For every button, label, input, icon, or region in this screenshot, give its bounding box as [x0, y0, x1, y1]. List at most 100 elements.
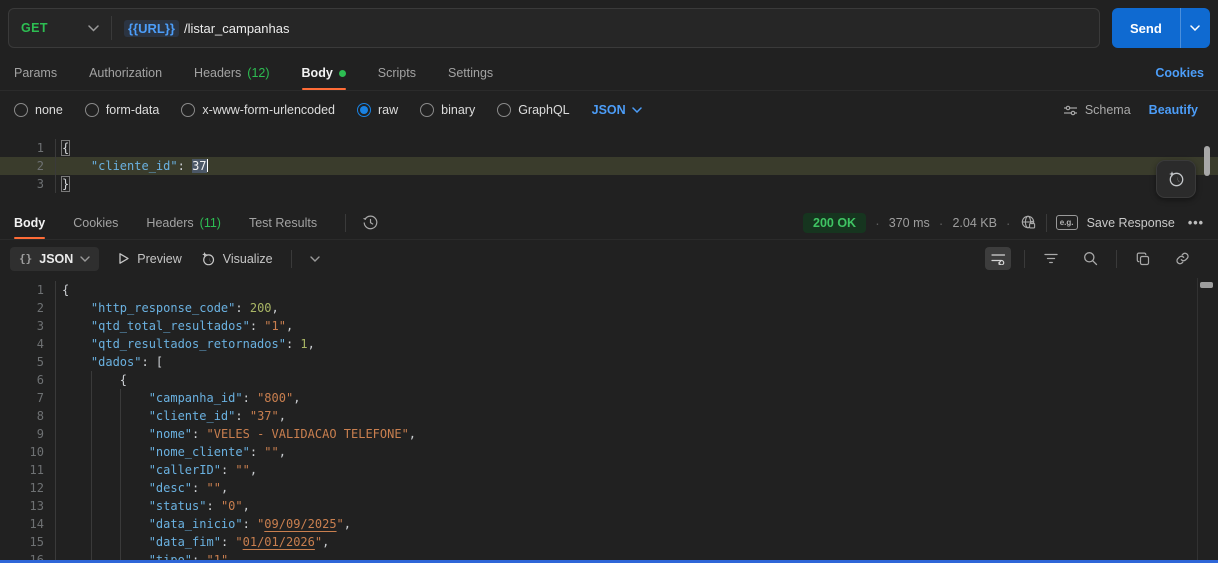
- status-badge[interactable]: 200 OK: [803, 213, 866, 233]
- send-options-chevron[interactable]: [1180, 8, 1210, 48]
- response-tab-cookies[interactable]: Cookies: [73, 206, 118, 239]
- radio-icon: [420, 103, 434, 117]
- body-mode-binary[interactable]: binary: [420, 103, 475, 117]
- body-mode-form-data[interactable]: form-data: [85, 103, 160, 117]
- link-icon[interactable]: [1169, 247, 1195, 270]
- radio-icon: [357, 103, 371, 117]
- postbot-sparkle-icon: [1166, 169, 1186, 189]
- code-line[interactable]: 16"tipo": "1",: [0, 551, 1218, 560]
- tab-headers[interactable]: Headers(12): [194, 56, 269, 90]
- more-options-icon[interactable]: •••: [1184, 216, 1204, 230]
- request-url-bar-row: GET {{URL}} /listar_campanhas Send: [0, 0, 1218, 56]
- method-label: GET: [21, 21, 48, 35]
- cookies-link[interactable]: Cookies: [1155, 56, 1204, 90]
- divider: [1024, 250, 1025, 268]
- code-line[interactable]: 4"qtd_resultados_retornados": 1,: [0, 335, 1218, 353]
- beautify-link[interactable]: Beautify: [1149, 103, 1198, 117]
- code-line[interactable]: 15"data_fim": "01/01/2026",: [0, 533, 1218, 551]
- braces-icon: {}: [19, 252, 32, 265]
- response-toolbar: {} JSON Preview Visualize: [0, 240, 1218, 277]
- divider: [345, 214, 346, 232]
- filter-icon[interactable]: [1038, 247, 1064, 270]
- code-line[interactable]: 12"desc": "",: [0, 479, 1218, 497]
- divider: [1046, 214, 1047, 232]
- request-editor-scrollbar[interactable]: [1204, 146, 1210, 176]
- raw-language-dropdown[interactable]: JSON: [592, 103, 642, 117]
- request-body-editor[interactable]: 1{2 "cliente_id": 373}: [0, 130, 1218, 204]
- tab-body[interactable]: Body: [302, 56, 346, 90]
- radio-icon: [181, 103, 195, 117]
- meta-separator: ·: [875, 215, 880, 231]
- sliders-icon: [1063, 104, 1078, 117]
- tab-authorization[interactable]: Authorization: [89, 56, 162, 90]
- code-line[interactable]: 11"callerID": "",: [0, 461, 1218, 479]
- response-header: Body Cookies Headers(11) Test Results 200 O…: [0, 206, 1218, 240]
- text-cursor: [207, 159, 209, 172]
- more-views-chevron[interactable]: [310, 256, 320, 262]
- unsaved-dot: [339, 70, 346, 77]
- code-line[interactable]: 3"qtd_total_resultados": "1",: [0, 317, 1218, 335]
- response-body-editor[interactable]: 1{2"http_response_code": 200,3"qtd_total…: [0, 278, 1218, 560]
- wrap-text-icon[interactable]: [985, 247, 1011, 270]
- meta-separator: ·: [1006, 215, 1011, 231]
- response-tabs: Body Cookies Headers(11) Test Results: [14, 206, 317, 239]
- preview-label: Preview: [137, 252, 181, 266]
- body-mode-raw[interactable]: raw: [357, 103, 398, 117]
- save-response-button[interactable]: Save Response: [1087, 216, 1175, 230]
- response-tab-test-results[interactable]: Test Results: [249, 206, 317, 239]
- body-mode-graphql[interactable]: GraphQL: [497, 103, 569, 117]
- url-input[interactable]: {{URL}} /listar_campanhas: [112, 20, 289, 37]
- body-mode-x-www-form-urlencoded[interactable]: x-www-form-urlencoded: [181, 103, 335, 117]
- response-tab-headers[interactable]: Headers(11): [146, 206, 221, 239]
- radio-icon: [497, 103, 511, 117]
- code-line[interactable]: 10"nome_cliente": "",: [0, 443, 1218, 461]
- method-dropdown[interactable]: GET: [9, 9, 111, 47]
- code-line[interactable]: 9"nome": "VELES - VALIDACAO TELEFONE",: [0, 425, 1218, 443]
- response-format-label: JSON: [39, 252, 73, 266]
- response-time[interactable]: 370 ms: [889, 216, 930, 230]
- play-icon: [117, 252, 130, 265]
- search-icon[interactable]: [1077, 247, 1103, 270]
- chevron-down-icon: [88, 25, 99, 32]
- send-button[interactable]: Send: [1112, 8, 1180, 48]
- send-button-group: Send: [1112, 8, 1210, 48]
- postbot-button[interactable]: [1156, 160, 1196, 198]
- response-size[interactable]: 2.04 KB: [952, 216, 996, 230]
- history-icon[interactable]: [362, 214, 379, 231]
- visualize-button[interactable]: Visualize: [200, 251, 273, 267]
- visualize-sparkle-icon: [200, 251, 216, 267]
- code-line[interactable]: 14"data_inicio": "09/09/2025",: [0, 515, 1218, 533]
- radio-icon: [85, 103, 99, 117]
- code-line[interactable]: 5"dados": [: [0, 353, 1218, 371]
- response-format-dropdown[interactable]: {} JSON: [10, 247, 99, 271]
- code-line[interactable]: 2"http_response_code": 200,: [0, 299, 1218, 317]
- code-line[interactable]: 2 "cliente_id": 37: [0, 157, 1218, 175]
- tab-settings[interactable]: Settings: [448, 56, 493, 90]
- response-scrollbar-thumb[interactable]: [1200, 282, 1213, 288]
- url-bar: GET {{URL}} /listar_campanhas: [8, 8, 1100, 48]
- request-tabs: Params Authorization Headers(12) Body Script…: [0, 56, 1218, 91]
- code-line[interactable]: 13"status": "0",: [0, 497, 1218, 515]
- url-path: /listar_campanhas: [184, 21, 290, 36]
- code-line[interactable]: 1{: [0, 281, 1218, 299]
- code-line[interactable]: 3}: [0, 175, 1218, 193]
- network-globe-icon[interactable]: [1020, 214, 1037, 231]
- body-mode-row: none form-data x-www-form-urlencoded raw bin…: [0, 91, 1218, 129]
- body-mode-radios: none form-data x-www-form-urlencoded raw bin…: [14, 103, 570, 117]
- response-tab-body[interactable]: Body: [14, 206, 45, 239]
- body-mode-none[interactable]: none: [14, 103, 63, 117]
- preview-button[interactable]: Preview: [117, 252, 181, 266]
- tab-scripts[interactable]: Scripts: [378, 56, 416, 90]
- url-environment-variable[interactable]: {{URL}}: [124, 20, 179, 37]
- code-line[interactable]: 6{: [0, 371, 1218, 389]
- code-line[interactable]: 1{: [0, 139, 1218, 157]
- schema-button[interactable]: Schema: [1063, 103, 1131, 117]
- copy-icon[interactable]: [1130, 247, 1156, 270]
- divider: [291, 250, 292, 268]
- code-line[interactable]: 7"campanha_id": "800",: [0, 389, 1218, 407]
- radio-icon: [14, 103, 28, 117]
- code-line[interactable]: 8"cliente_id": "37",: [0, 407, 1218, 425]
- schema-label: Schema: [1085, 103, 1131, 117]
- raw-language-label: JSON: [592, 103, 626, 117]
- tab-params[interactable]: Params: [14, 56, 57, 90]
